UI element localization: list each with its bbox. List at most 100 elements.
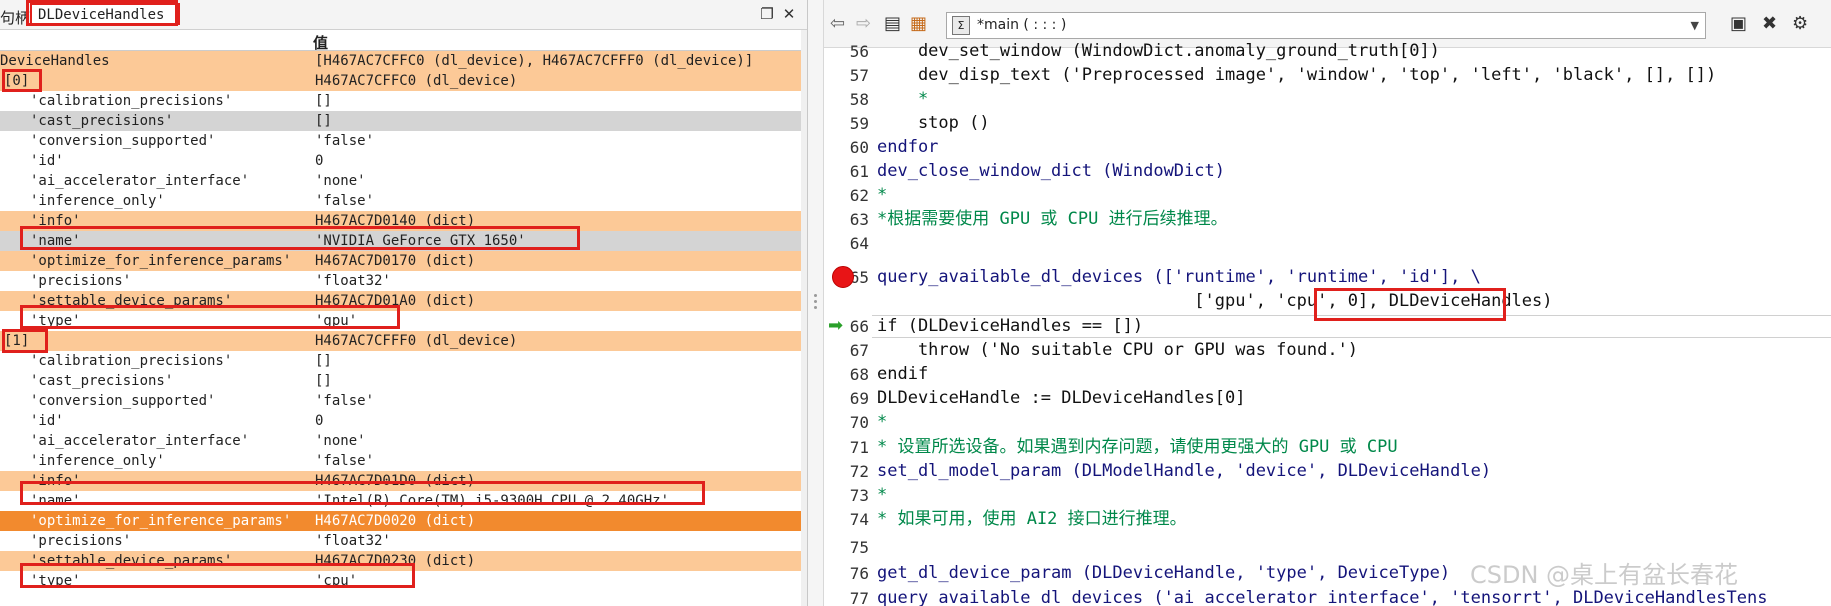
arrow-left-icon[interactable]: ⇦ — [830, 13, 845, 35]
variable-key: 'calibration_precisions' — [30, 93, 233, 109]
variable-row[interactable]: 'optimize_for_inference_params' H467AC7D0… — [0, 251, 802, 271]
code-line[interactable]: DLDeviceHandle := DLDeviceHandles[0] — [877, 387, 1245, 410]
variable-row[interactable]: 'settable_device_params' H467AC7D0230 (di… — [0, 551, 802, 571]
variable-row[interactable]: 'cast_precisions' [] — [0, 111, 802, 131]
variable-key: 'id' — [30, 413, 64, 429]
variable-value: H467AC7D0230 (dict) — [315, 553, 476, 569]
code-line[interactable]: throw ('No suitable CPU or GPU was found… — [877, 339, 1358, 362]
variable-row[interactable]: 'ai_accelerator_interface' 'none' — [0, 171, 802, 191]
code-line[interactable]: query_available_dl_devices (['runtime', … — [877, 266, 1481, 289]
breakpoint-icon[interactable] — [832, 266, 854, 288]
line-number[interactable]: 63 — [824, 208, 872, 231]
variable-row[interactable]: 'calibration_precisions' [] — [0, 91, 802, 111]
variable-row[interactable]: 'calibration_precisions' [] — [0, 351, 802, 371]
variable-row[interactable]: 'ai_accelerator_interface' 'none' — [0, 431, 802, 451]
code-line[interactable]: * 如果可用，使用 AI2 接口进行推理。 — [877, 508, 1187, 531]
line-number[interactable]: 56 — [824, 40, 872, 63]
program-editor: ⇦ ⇨ ▤ ▦ Σ *main ( : : : ) ▼ ▣ ✖ ⚙ 56 dev… — [824, 0, 1831, 606]
variable-row[interactable]: 'conversion_supported' 'false' — [0, 131, 802, 151]
close-icon[interactable]: ✕ — [780, 5, 798, 23]
code-line[interactable]: * — [877, 88, 928, 111]
variable-key: 'precisions' — [30, 273, 132, 289]
line-number[interactable]: 76 — [824, 562, 872, 585]
restore-window-icon[interactable]: ❐ — [758, 5, 776, 23]
variable-name-field[interactable]: DLDeviceHandles — [30, 3, 180, 25]
procedure-icon: Σ — [952, 16, 970, 35]
code-line[interactable]: if (DLDeviceHandles == []) — [877, 315, 1143, 338]
variable-value: 'float32' — [315, 273, 391, 289]
variable-row[interactable]: DeviceHandles [H467AC7CFFC0 (dl_device), … — [0, 51, 802, 71]
variable-row[interactable]: 'name' 'Intel(R) Core(TM) i5-9300H CPU @ … — [0, 491, 802, 511]
line-number[interactable]: 64 — [824, 232, 872, 255]
variable-row[interactable]: 'inference_only' 'false' — [0, 451, 802, 471]
code-line[interactable]: * — [877, 411, 887, 434]
edit-procedure-icon[interactable]: ▣ — [1730, 13, 1747, 35]
variable-value: [] — [315, 373, 332, 389]
variable-row[interactable]: [0] H467AC7CFFC0 (dl_device) — [0, 71, 802, 91]
code-line[interactable]: dev_set_window (WindowDict.anomaly_groun… — [877, 40, 1440, 63]
code-line[interactable]: set_dl_model_param (DLModelHandle, 'devi… — [877, 460, 1491, 483]
code-line[interactable]: stop () — [877, 112, 990, 135]
code-line[interactable]: ['gpu', 'cpu', 0], DLDeviceHandles) — [877, 290, 1552, 313]
code-line[interactable]: get_dl_device_param (DLDeviceHandle, 'ty… — [877, 562, 1450, 585]
code-line[interactable]: * — [877, 484, 887, 507]
code-line[interactable]: dev_close_window_dict (WindowDict) — [877, 160, 1225, 183]
tool-icon[interactable]: ✖ — [1762, 13, 1777, 35]
code-line[interactable]: dev_disp_text ('Preprocessed image', 'wi… — [877, 64, 1716, 87]
code-line[interactable]: *根据需要使用 GPU 或 CPU 进行后续推理。 — [877, 208, 1228, 231]
grid-icon[interactable]: ▦ — [910, 13, 927, 35]
code-line[interactable]: endif — [877, 363, 928, 386]
line-number[interactable]: 61 — [824, 160, 872, 183]
settings-icon[interactable]: ⚙ — [1792, 13, 1808, 35]
variable-row[interactable]: 'precisions' 'float32' — [0, 531, 802, 551]
variable-row[interactable]: 'precisions' 'float32' — [0, 271, 802, 291]
code-line[interactable]: * 设置所选设备。如果遇到内存问题，请使用更强大的 GPU 或 CPU — [877, 436, 1398, 459]
variable-row[interactable]: 'id' 0 — [0, 151, 802, 171]
code-area[interactable]: 56 dev_set_window (WindowDict.anomaly_gr… — [824, 41, 1831, 606]
variable-row[interactable]: 'info' H467AC7D01D0 (dict) — [0, 471, 802, 491]
variable-row[interactable]: 'info' H467AC7D0140 (dict) — [0, 211, 802, 231]
line-number[interactable]: 74 — [824, 508, 872, 531]
variable-value: H467AC7D01D0 (dict) — [315, 473, 476, 489]
variable-row[interactable]: 'inference_only' 'false' — [0, 191, 802, 211]
variable-row[interactable]: [1] H467AC7CFFF0 (dl_device) — [0, 331, 802, 351]
line-number[interactable]: 72 — [824, 460, 872, 483]
line-number[interactable]: 70 — [824, 411, 872, 434]
variable-key: 'conversion_supported' — [30, 133, 216, 149]
panel-splitter[interactable] — [808, 0, 824, 606]
line-number[interactable]: 68 — [824, 363, 872, 386]
variable-row[interactable]: 'type' 'cpu' — [0, 571, 802, 591]
variable-row[interactable]: 'conversion_supported' 'false' — [0, 391, 802, 411]
line-number[interactable]: 59 — [824, 112, 872, 135]
variable-row[interactable]: 'type' 'gpu' — [0, 311, 802, 331]
line-number[interactable]: 73 — [824, 484, 872, 507]
code-line[interactable]: * — [877, 184, 887, 207]
line-number[interactable]: 77 — [824, 587, 872, 606]
variable-row[interactable]: 'name' 'NVIDIA GeForce GTX 1650' — [0, 231, 802, 251]
line-number[interactable]: 57 — [824, 64, 872, 87]
variable-value: [H467AC7CFFC0 (dl_device), H467AC7CFFF0 … — [315, 53, 754, 69]
variable-row[interactable]: 'settable_device_params' H467AC7D01A0 (di… — [0, 291, 802, 311]
line-number[interactable]: 75 — [824, 536, 872, 559]
variable-row[interactable]: 'optimize_for_inference_params' H467AC7D0… — [0, 511, 802, 531]
line-number[interactable]: 69 — [824, 387, 872, 410]
line-number[interactable]: 67 — [824, 339, 872, 362]
chevron-down-icon[interactable]: ▼ — [1691, 13, 1699, 38]
variable-value: [] — [315, 353, 332, 369]
arrow-right-icon[interactable]: ⇨ — [856, 13, 871, 35]
line-number[interactable]: 60 — [824, 136, 872, 159]
clipboard-icon[interactable]: ▤ — [884, 13, 901, 35]
variable-key: 'cast_precisions' — [30, 113, 174, 129]
variable-value: H467AC7D0140 (dict) — [315, 213, 476, 229]
variable-row[interactable]: 'id' 0 — [0, 411, 802, 431]
procedure-selector[interactable]: Σ *main ( : : : ) ▼ — [946, 12, 1706, 39]
code-line[interactable]: endfor — [877, 136, 938, 159]
inspector-scrollbar[interactable] — [801, 30, 807, 606]
variable-value: [] — [315, 113, 332, 129]
variable-row[interactable]: 'cast_precisions' [] — [0, 371, 802, 391]
line-number[interactable]: 62 — [824, 184, 872, 207]
variable-value: 0 — [315, 413, 324, 429]
line-number[interactable]: 58 — [824, 88, 872, 111]
variable-key: 'info' — [30, 213, 81, 229]
line-number[interactable]: 71 — [824, 436, 872, 459]
